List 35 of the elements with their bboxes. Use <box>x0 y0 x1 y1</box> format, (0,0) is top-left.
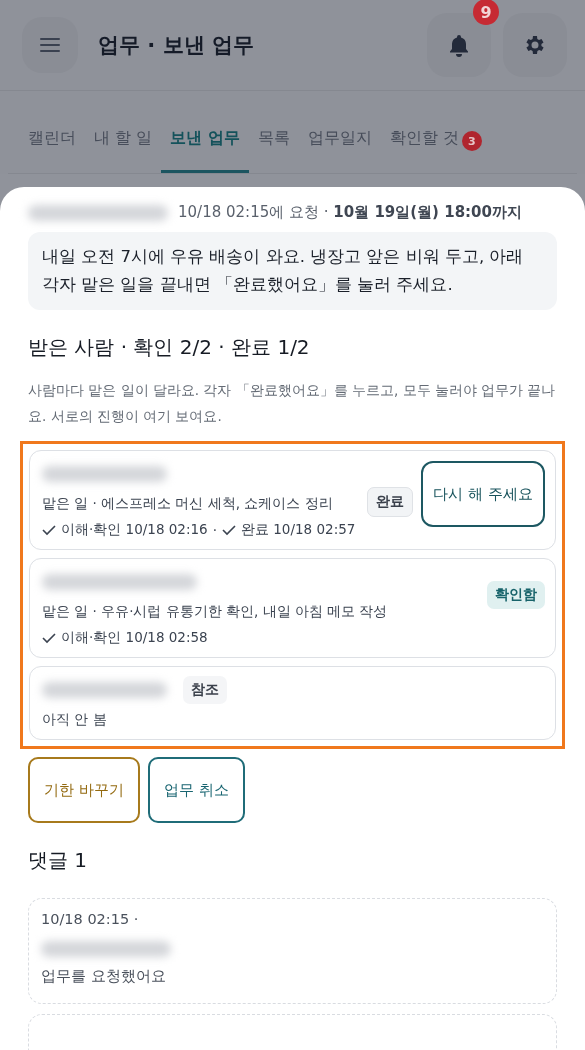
comments-heading: 댓글 1 <box>28 847 89 874</box>
change-deadline-button[interactable]: 기한 바꾸기 <box>28 757 140 823</box>
tab[interactable]: 업무일지 <box>298 123 381 173</box>
menu-icon <box>40 37 60 53</box>
check-icon <box>42 524 56 536</box>
comment-text: 업무를 요청했어요 <box>41 967 167 986</box>
assignment-text: 맡은 일 · 에스프레소 머신 세척, 쇼케이스 정리 <box>42 495 334 513</box>
request-info: 10/18 02:15에 요청 · 10월 19일(월) 18:00까지 <box>178 203 522 222</box>
notification-badge: 9 <box>473 0 499 25</box>
page-title: 업무 · 보낸 업무 <box>98 32 254 59</box>
menu-button[interactable] <box>22 17 78 73</box>
cancel-task-button[interactable]: 업무 취소 <box>147 757 245 823</box>
check-icon <box>42 632 56 644</box>
tab[interactable]: 캘린더 <box>16 123 85 173</box>
tab[interactable]: 내 할 일 <box>85 123 162 173</box>
bell-icon <box>448 33 470 57</box>
assignment-text: 맡은 일 · 우유·시럽 유통기한 확인, 내일 아침 메모 작성 <box>42 603 389 621</box>
separator-dot: · <box>212 522 217 538</box>
section-description: 사람마다 맡은 일이 달라요. 각자 「완료했어요」를 누르고, 모두 눌러야 업무가 끝나요. 서로의 진행이 여기 보여요. <box>28 381 557 426</box>
settings-button[interactable] <box>503 13 567 77</box>
status-text: 아직 안 봄 <box>42 711 108 729</box>
comment-time: 10/18 02:15 · <box>41 911 140 927</box>
section-heading: 받은 사람 · 확인 2/2 · 완료 1/2 <box>28 334 311 361</box>
instruction-text: 내일 오전 7시에 우유 배송이 와요. 냉장고 앞은 비워 두고, 아래 각자 맡은 일을 끝내면 「완료했어요」를 눌러 주세요. <box>28 232 557 310</box>
status-badge: 완료 <box>367 487 414 517</box>
status-badge: 참조 <box>183 676 227 704</box>
progress-text: 이해·확인 10/18 02:58 <box>61 629 208 647</box>
tab[interactable]: 보낸 업무 <box>161 123 249 173</box>
tab[interactable]: 목록 <box>248 123 299 173</box>
redo-button[interactable]: 다시 해 주세요 <box>421 461 545 527</box>
progress-text: 이해·확인 10/18 02:16 <box>61 521 208 539</box>
count-badge: 3 <box>461 131 482 151</box>
progress-text: 완료 10/18 02:57 <box>241 521 356 539</box>
status-badge: 확인함 <box>487 581 545 609</box>
check-icon <box>222 524 236 536</box>
